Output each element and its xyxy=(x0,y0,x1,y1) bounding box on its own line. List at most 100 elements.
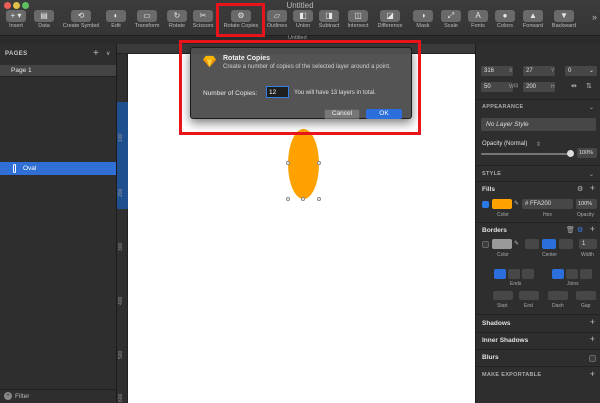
divider xyxy=(476,332,600,333)
resize-handle[interactable] xyxy=(317,197,321,201)
gear-icon[interactable]: ⚙ xyxy=(577,185,583,193)
border-inside-button[interactable] xyxy=(525,239,539,249)
collapse-pages-button[interactable]: ∨ xyxy=(106,50,110,57)
flip-horizontal-icon[interactable]: ⇹ xyxy=(571,82,577,90)
add-page-button[interactable]: + xyxy=(93,48,99,59)
toolbar-forward-button[interactable]: ▲ Forward xyxy=(520,10,546,34)
flip-vertical-icon[interactable]: ⇅ xyxy=(586,82,592,90)
toolbar-overflow-button[interactable]: » xyxy=(592,12,597,22)
cap-round-button[interactable] xyxy=(508,269,520,279)
toolbar-colors-button[interactable]: ● Colors xyxy=(494,10,516,34)
arrow-end-select[interactable] xyxy=(519,291,539,300)
resize-handle[interactable] xyxy=(286,161,290,165)
border-width-value: 1 xyxy=(582,241,586,247)
toolbar-label: Rotate xyxy=(168,23,186,29)
borders-header: Borders xyxy=(482,227,507,234)
gear-icon[interactable]: ⚙ xyxy=(577,226,583,234)
toolbar-label: Outlines xyxy=(266,23,288,29)
toolbar-subtract-button[interactable]: ◨ Subtract xyxy=(316,10,342,34)
toolbar-label: Edit xyxy=(111,23,121,29)
cancel-button[interactable]: Cancel xyxy=(324,109,360,119)
cap-butt-button[interactable] xyxy=(494,269,506,279)
lock-icon[interactable]: ⊡ xyxy=(514,83,518,89)
document-tab[interactable]: Untitled xyxy=(288,35,307,41)
toolbar-mask-button[interactable]: ◑ Mask xyxy=(412,10,434,34)
rotation-field[interactable]: 0 ⌄ xyxy=(565,66,597,76)
add-shadow-button[interactable]: + xyxy=(590,317,595,327)
toolbar-rotate-button[interactable]: ↻ Rotate xyxy=(166,10,188,34)
toolbar-insert-button[interactable]: + ▾ Insert xyxy=(4,10,28,34)
add-border-button[interactable]: + xyxy=(590,224,595,234)
backward-icon: ▼ xyxy=(554,10,574,22)
join-miter-button[interactable] xyxy=(552,269,564,279)
eyedropper-icon[interactable]: ✎ xyxy=(514,240,519,247)
fill-hex-field[interactable]: # FFA200 xyxy=(522,199,573,209)
symbol-icon: ⟲ xyxy=(71,10,91,22)
resize-handle[interactable] xyxy=(317,161,321,165)
divider xyxy=(476,181,600,182)
border-outside-button[interactable] xyxy=(559,239,573,249)
fill-color-label: Color xyxy=(497,212,509,218)
gap-label: Gap xyxy=(581,303,591,309)
rotate-copies-icon: ⚙ xyxy=(231,10,251,22)
toolbar-rotate-copies-button[interactable]: ⚙ Rotate Copies xyxy=(219,10,263,34)
border-width-field[interactable]: 1 xyxy=(579,239,597,249)
toolbar-difference-button[interactable]: ◪ Difference xyxy=(374,10,406,34)
add-fill-button[interactable]: + xyxy=(590,183,595,193)
pages-header: PAGES xyxy=(5,51,28,57)
chevron-down-icon[interactable]: ⌄ xyxy=(589,104,594,111)
border-position-label: Center xyxy=(542,252,558,258)
cap-square-button[interactable] xyxy=(522,269,534,279)
add-export-button[interactable]: + xyxy=(590,369,595,379)
toolbar-fonts-button[interactable]: A Fonts xyxy=(467,10,489,34)
trash-icon[interactable]: 🗑 xyxy=(566,226,575,234)
layers-total-note: You will have 13 layers in total. xyxy=(294,90,376,96)
fill-opacity-field[interactable]: 100% xyxy=(576,199,597,209)
filter-bar[interactable]: + Filter xyxy=(0,389,116,403)
chevron-updown-icon[interactable]: ⇕ xyxy=(536,141,541,148)
eyedropper-icon[interactable]: ✎ xyxy=(514,200,519,207)
resize-handle[interactable] xyxy=(301,197,305,201)
fill-color-swatch[interactable] xyxy=(492,199,512,209)
gap-field[interactable] xyxy=(576,291,596,300)
y-value: 27 xyxy=(526,68,533,74)
toolbar-union-button[interactable]: ◧ Union xyxy=(292,10,314,34)
border-color-swatch[interactable] xyxy=(492,239,512,249)
ends-label: Ends xyxy=(510,281,522,287)
copies-input[interactable] xyxy=(266,86,289,98)
layer-item-oval[interactable]: Oval xyxy=(0,162,116,175)
oval-shape-icon xyxy=(13,164,16,173)
toolbar-data-button[interactable]: ▤ Data xyxy=(32,10,56,34)
border-center-button[interactable] xyxy=(542,239,556,249)
opacity-field[interactable]: 100% xyxy=(577,148,597,158)
ok-button[interactable]: OK xyxy=(366,109,402,119)
fill-enabled-checkbox[interactable] xyxy=(482,201,489,208)
opacity-slider[interactable] xyxy=(481,153,571,155)
join-bevel-button[interactable] xyxy=(580,269,592,279)
toolbar-scale-button[interactable]: ⤢ Scale xyxy=(440,10,462,34)
shadows-header: Shadows xyxy=(482,320,511,327)
toolbar-scissors-button[interactable]: ✂ Scissors xyxy=(192,10,214,34)
toolbar-backward-button[interactable]: ▼ Backward xyxy=(549,10,579,34)
toolbar-outlines-button[interactable]: ▱ Outlines xyxy=(264,10,290,34)
toolbar-intersect-button[interactable]: ◫ Intersect xyxy=(344,10,372,34)
opacity-slider-knob[interactable] xyxy=(567,150,574,157)
toolbar-transform-button[interactable]: ▭ Transform xyxy=(132,10,162,34)
toolbar-edit-button[interactable]: ◐ Edit xyxy=(106,10,126,34)
chevron-down-icon[interactable]: ⌄ xyxy=(589,171,594,178)
arrow-start-select[interactable] xyxy=(493,291,513,300)
dash-field[interactable] xyxy=(548,291,568,300)
toolbar-label: Union xyxy=(295,23,311,29)
border-enabled-checkbox[interactable] xyxy=(482,241,489,248)
filter-icon: + xyxy=(4,392,12,400)
resize-handle[interactable] xyxy=(286,197,290,201)
y-label: Y xyxy=(551,68,555,74)
add-inner-shadow-button[interactable]: + xyxy=(590,334,595,344)
join-round-button[interactable] xyxy=(566,269,578,279)
copies-label: Number of Copies: xyxy=(203,90,258,97)
toolbar-create-symbol-button[interactable]: ⟲ Create Symbol xyxy=(60,10,102,34)
layer-style-select[interactable]: No Layer Style xyxy=(481,118,596,131)
blur-checkbox[interactable] xyxy=(589,355,596,362)
oval-layer[interactable] xyxy=(288,129,319,199)
subtract-icon: ◨ xyxy=(319,10,339,22)
